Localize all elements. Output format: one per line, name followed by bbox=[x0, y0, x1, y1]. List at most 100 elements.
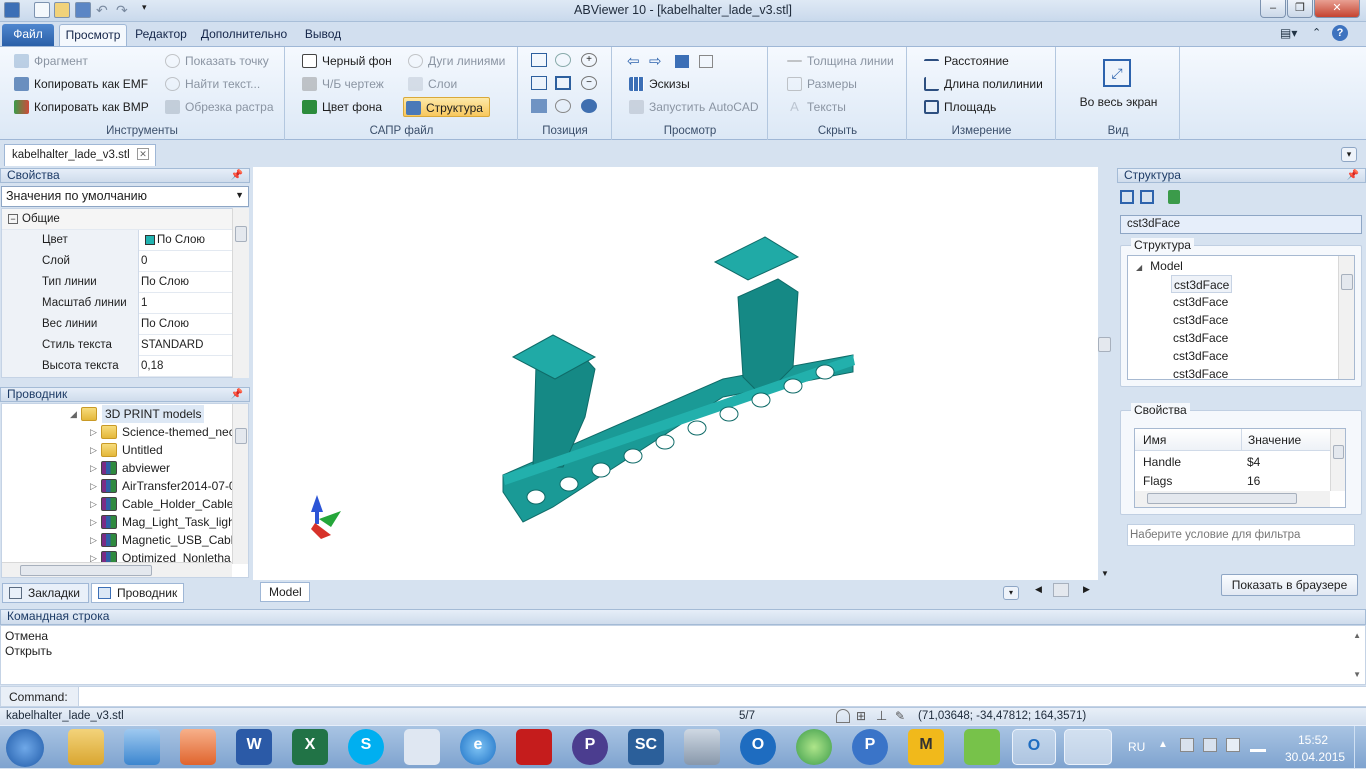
tree-item[interactable]: cst3dFace bbox=[1173, 365, 1228, 379]
tray-expand-icon[interactable]: ▲ bbox=[1158, 739, 1168, 750]
property-row[interactable]: Вес линии По Слою bbox=[2, 314, 234, 335]
tray-signal-icon[interactable] bbox=[1250, 738, 1266, 752]
scroll-thumb[interactable] bbox=[1333, 445, 1344, 459]
clock-time[interactable]: 15:52 bbox=[1298, 733, 1328, 747]
show-desktop-button[interactable] bbox=[1354, 726, 1366, 769]
collapse-ribbon-icon[interactable]: ⌃ bbox=[1312, 26, 1321, 39]
people-taskbar-icon[interactable] bbox=[124, 729, 160, 765]
hscroll-thumb[interactable] bbox=[1053, 583, 1069, 597]
arcs-as-lines-button[interactable]: Дуги линиями bbox=[406, 51, 505, 71]
layout-list-icon[interactable]: ▾ bbox=[1003, 586, 1019, 600]
ie-icon[interactable]: e bbox=[460, 729, 496, 765]
copy-emf-button[interactable]: Копировать как EMF bbox=[12, 74, 148, 94]
collapse-icon[interactable]: − bbox=[8, 214, 18, 224]
tree-item[interactable]: ▷ Mag_Light_Task_ligh bbox=[2, 513, 248, 531]
property-section[interactable]: − Общие bbox=[2, 209, 234, 230]
excel-icon[interactable]: X bbox=[292, 729, 328, 765]
scroll-thumb[interactable] bbox=[1098, 337, 1111, 352]
column-header-value[interactable]: Значение bbox=[1241, 429, 1301, 451]
pen-icon[interactable]: ✎ bbox=[895, 709, 905, 723]
tree-root-model[interactable]: ◢ Model bbox=[1136, 257, 1183, 275]
leaf-app-icon[interactable] bbox=[964, 729, 1000, 765]
property-row[interactable]: Цвет По Слою bbox=[2, 230, 234, 251]
sc-app-icon[interactable]: SC bbox=[628, 729, 664, 765]
skype-icon[interactable]: S bbox=[348, 729, 384, 765]
tab-view[interactable]: Просмотр bbox=[59, 24, 127, 46]
close-tab-icon[interactable]: ✕ bbox=[137, 148, 149, 160]
scroll-left-icon[interactable]: ◀ bbox=[1035, 584, 1042, 595]
find-text-button[interactable]: Найти текст... bbox=[163, 74, 260, 94]
filter-input[interactable]: Наберите условие для фильтра bbox=[1127, 524, 1355, 546]
collapse-icon[interactable]: ◢ bbox=[1136, 263, 1142, 272]
thumbnails-button[interactable]: Эскизы bbox=[627, 74, 690, 94]
viewport-vscrollbar[interactable]: ▼ bbox=[1098, 167, 1112, 580]
pin-icon[interactable]: 📌 bbox=[231, 388, 243, 401]
tree-item[interactable]: ▷ Magnetic_USB_Cable bbox=[2, 531, 248, 549]
expand-icon[interactable]: ▷ bbox=[90, 531, 97, 549]
copy-view-icon[interactable] bbox=[699, 55, 713, 68]
pin-icon[interactable]: 📌 bbox=[231, 169, 243, 182]
crop-raster-button[interactable]: Обрезка растра bbox=[163, 97, 274, 117]
tray-device-icon[interactable] bbox=[1203, 738, 1217, 752]
p-app-icon[interactable]: P bbox=[572, 729, 608, 765]
copy-bmp-button[interactable]: Копировать как BMP bbox=[12, 97, 149, 117]
maximize-button[interactable]: ❐ bbox=[1287, 0, 1313, 18]
show-in-browser-button[interactable]: Показать в браузере bbox=[1221, 574, 1358, 596]
explorer-hscrollbar[interactable] bbox=[2, 562, 232, 577]
tab-output[interactable]: Вывод bbox=[298, 24, 348, 46]
tray-network-icon[interactable] bbox=[1180, 738, 1194, 752]
m-app-icon[interactable]: M bbox=[908, 729, 944, 765]
zoom-window-icon[interactable] bbox=[555, 53, 571, 67]
minimize-button[interactable]: – bbox=[1260, 0, 1286, 18]
tree-item[interactable]: ▷ Science-themed_nec bbox=[2, 423, 248, 441]
ribbon-style-icon[interactable]: ▤▾ bbox=[1280, 26, 1304, 42]
structure-button[interactable]: Структура bbox=[403, 97, 490, 117]
tab-list-icon[interactable]: ▾ bbox=[1341, 147, 1357, 162]
explorer-scrollbar[interactable] bbox=[232, 404, 248, 564]
property-row[interactable]: Высота текста 0,18 bbox=[2, 356, 234, 377]
view-sphere-icon[interactable] bbox=[581, 99, 597, 113]
globe-app-icon[interactable] bbox=[796, 729, 832, 765]
drawing-viewport[interactable] bbox=[253, 167, 1098, 580]
properties-combo[interactable]: Значения по умолчанию ▼ bbox=[1, 186, 249, 207]
tab-advanced[interactable]: Дополнительно bbox=[196, 24, 292, 46]
expand-icon[interactable]: ◢ bbox=[70, 405, 77, 423]
tree-scrollbar[interactable] bbox=[1338, 256, 1354, 379]
language-indicator[interactable]: RU bbox=[1128, 740, 1145, 754]
scroll-thumb[interactable] bbox=[1341, 274, 1353, 290]
texts-button[interactable]: A Тексты bbox=[785, 97, 846, 117]
scroll-right-icon[interactable]: ▶ bbox=[1083, 584, 1090, 595]
acrobat-icon[interactable] bbox=[516, 729, 552, 765]
bw-drawing-button[interactable]: Ч/Б чертеж bbox=[300, 74, 384, 94]
word-icon[interactable]: W bbox=[236, 729, 272, 765]
media-player-icon[interactable] bbox=[180, 729, 216, 765]
expand-icon[interactable]: ▷ bbox=[90, 423, 97, 441]
zoom-extents-icon[interactable] bbox=[531, 53, 547, 67]
tray-volume-icon[interactable] bbox=[1226, 738, 1240, 752]
start-button[interactable] bbox=[6, 729, 44, 767]
fit-icon[interactable] bbox=[555, 76, 571, 90]
expand-icon[interactable]: ▷ bbox=[90, 495, 97, 513]
tree-item[interactable]: ▷ Untitled bbox=[2, 441, 248, 459]
rotate-3d-icon[interactable] bbox=[531, 99, 547, 113]
back-arrow-icon[interactable]: ⇦ bbox=[627, 52, 640, 70]
dimensions-button[interactable]: Размеры bbox=[785, 74, 857, 94]
refresh-icon[interactable] bbox=[675, 55, 689, 68]
show-point-button[interactable]: Показать точку bbox=[163, 51, 269, 71]
line-width-button[interactable]: Толщина линии bbox=[785, 51, 894, 71]
grid-icon[interactable]: ⊞ bbox=[856, 709, 866, 723]
property-row[interactable]: Масштаб линии 1 bbox=[2, 293, 234, 314]
fullscreen-icon[interactable]: ⤢ bbox=[1103, 59, 1131, 87]
command-input[interactable] bbox=[78, 687, 1366, 706]
tree-item[interactable]: cst3dFace bbox=[1173, 311, 1228, 329]
reader-icon[interactable] bbox=[404, 729, 440, 765]
explorer-taskbar-icon[interactable] bbox=[68, 729, 104, 765]
property-row[interactable]: Слой 0 bbox=[2, 251, 234, 272]
o-app-active-icon[interactable]: O bbox=[1012, 729, 1056, 765]
scroll-thumb[interactable] bbox=[235, 226, 247, 242]
tree-item[interactable]: cst3dFace bbox=[1173, 347, 1228, 365]
layers-button[interactable]: Слои bbox=[406, 74, 457, 94]
tab-bookmarks[interactable]: Закладки bbox=[2, 583, 89, 603]
scroll-thumb[interactable] bbox=[1147, 493, 1297, 504]
tree-item-root[interactable]: ◢ 3D PRINT models bbox=[2, 405, 232, 423]
